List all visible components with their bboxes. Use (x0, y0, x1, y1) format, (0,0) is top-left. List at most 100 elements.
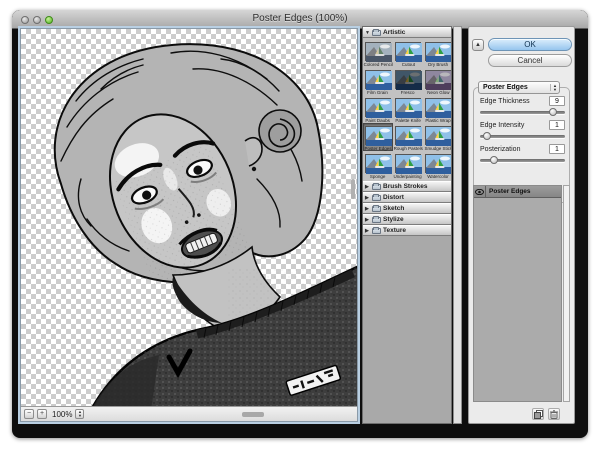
new-effect-layer-button[interactable] (532, 408, 544, 420)
filter-thumbnail-image (365, 42, 392, 62)
filter-thumb-underpainting[interactable]: Underpainting (393, 151, 423, 180)
filter-thumbnail-image (425, 42, 451, 62)
filter-thumbnail-image (395, 154, 422, 174)
filter-gallery-window: Poster Edges (100%) − + 100% ▲ ▼ ▼ Artis… (12, 10, 588, 438)
category-label: Stylize (383, 216, 404, 223)
disclosure-triangle-icon: ▶ (365, 183, 369, 190)
filter-thumbnail-image (425, 98, 451, 118)
effect-layers-list: Poster Edges (473, 185, 562, 402)
filter-thumbnail-image (365, 70, 392, 90)
posterization-slider[interactable] (480, 156, 565, 164)
disclosure-triangle-icon: ▶ (365, 216, 369, 223)
edge-thickness-slider[interactable] (480, 108, 565, 116)
filter-category-distort[interactable]: ▶ Distort (363, 192, 451, 203)
horizontal-scrollbar-thumb[interactable] (242, 411, 265, 417)
ok-button[interactable]: OK (488, 38, 572, 51)
cancel-button[interactable]: Cancel (488, 54, 572, 67)
visibility-eye-icon[interactable] (474, 186, 486, 197)
zoom-stepper[interactable]: ▲ ▼ (75, 409, 85, 419)
zoom-in-button[interactable]: + (37, 409, 47, 419)
filter-category-artistic[interactable]: ▼ Artistic (363, 27, 451, 38)
folder-icon (372, 182, 381, 190)
effect-layer-row[interactable]: Poster Edges (474, 186, 561, 198)
filter-select-value: Poster Edges (483, 84, 528, 91)
filter-thumbnail-label: Poster Edges (364, 146, 392, 152)
filter-thumbnail-label: Watercolor (427, 174, 449, 180)
filter-thumbnail-label: Film Grain (367, 90, 389, 96)
category-label: Sketch (383, 205, 405, 212)
delete-effect-layer-button[interactable] (548, 408, 560, 420)
slider-label: Posterization (480, 145, 521, 153)
filter-thumb-paint-daubs[interactable]: Paint Daubs (363, 95, 393, 124)
filter-category-sketch[interactable]: ▶ Sketch (363, 203, 451, 214)
disclosure-triangle-icon: ▼ (365, 29, 370, 36)
effect-actions (532, 408, 560, 420)
filter-thumb-poster-edges[interactable]: Poster Edges (363, 123, 393, 152)
posterized-portrait (53, 43, 357, 406)
category-label: Texture (383, 227, 406, 234)
filter-thumbnail-image (425, 126, 451, 146)
filter-thumb-plastic-wrap[interactable]: Plastic Wrap (423, 95, 451, 124)
slider-label: Edge Thickness (480, 97, 530, 105)
filter-thumb-dry-brush[interactable]: Dry Brush (423, 39, 451, 68)
filter-thumbnail-label: Cutout (401, 62, 415, 68)
folder-icon (372, 193, 381, 201)
filter-thumbnail-label: Smudge Stick (424, 146, 452, 152)
filter-thumb-sponge[interactable]: Sponge (363, 151, 393, 180)
filter-thumb-colored-pencil[interactable]: Colored Pencil (363, 39, 393, 68)
slider-thumb-icon[interactable] (489, 156, 498, 164)
filter-thumbnail-label: Neon Glow (426, 90, 450, 96)
slider-thumb-icon[interactable] (549, 108, 558, 116)
edge-thickness-value[interactable]: 9 (549, 96, 565, 106)
filter-thumbnail-image (395, 98, 422, 118)
edge-intensity-value[interactable]: 1 (549, 120, 565, 130)
category-label: Artistic (383, 29, 406, 36)
image-preview[interactable] (21, 29, 357, 406)
filter-thumb-film-grain[interactable]: Film Grain (363, 67, 393, 96)
filter-list-panel: ▼ Artistic Colored Pencil Cutout Dry Brush Fi… (362, 26, 452, 424)
slider-posterization: Posterization 1 (480, 144, 565, 164)
slider-edge-thickness: Edge Thickness 9 (480, 96, 565, 116)
filter-thumbnail-label: Rough Pastels (393, 146, 423, 152)
select-stepper-icon: ▲ ▼ (550, 84, 557, 91)
posterization-value[interactable]: 1 (549, 144, 565, 154)
disclosure-triangle-icon: ▶ (365, 205, 369, 212)
filter-panel-scrollbar[interactable] (453, 26, 462, 424)
filter-category-stylize[interactable]: ▶ Stylize (363, 214, 451, 225)
filter-select[interactable]: Poster Edges ▲ ▼ (478, 81, 560, 94)
vertical-scrollbar-thumb[interactable] (351, 179, 355, 199)
effect-list-scrollbar[interactable] (563, 185, 570, 402)
horizontal-scrollbar[interactable] (87, 410, 354, 419)
category-label: Distort (383, 194, 404, 201)
filter-category-brush-strokes[interactable]: ▶ Brush Strokes (363, 181, 451, 192)
filter-thumbnail-image (365, 126, 392, 146)
filter-thumb-neon-glow[interactable]: Neon Glow (423, 67, 451, 96)
settings-panel: ▲ OK Cancel Poster Edges ▲ ▼ Edge Thickne… (468, 26, 575, 424)
filter-thumbnail-image (365, 98, 392, 118)
effect-layer-name: Poster Edges (489, 188, 531, 195)
filter-thumbnail-image (365, 154, 392, 174)
filter-thumb-rough-pastels[interactable]: Rough Pastels (393, 123, 423, 152)
filter-thumb-cutout[interactable]: Cutout (393, 39, 423, 68)
filter-category-texture[interactable]: ▶ Texture (363, 225, 451, 236)
folder-icon (372, 215, 381, 223)
filter-thumb-smudge-stick[interactable]: Smudge Stick (423, 123, 452, 152)
filter-thumb-fresco[interactable]: Fresco (393, 67, 423, 96)
filter-thumbnail-label: Palette Knife (395, 118, 421, 124)
folder-icon (372, 204, 381, 212)
filter-thumb-palette-knife[interactable]: Palette Knife (393, 95, 423, 124)
filter-thumbnail-label: Plastic Wrap (425, 118, 451, 124)
disclosure-triangle-icon: ▶ (365, 194, 369, 201)
filter-thumbnail-image (395, 42, 422, 62)
collapse-thumbnails-button[interactable]: ▲ (472, 39, 484, 51)
edge-intensity-slider[interactable] (480, 132, 565, 140)
slider-thumb-icon[interactable] (482, 132, 491, 140)
preview-panel: − + 100% ▲ ▼ (18, 26, 360, 424)
filter-thumbnail-image (395, 70, 422, 90)
filter-thumbnail-image (395, 126, 422, 146)
filter-thumb-watercolor[interactable]: Watercolor (423, 151, 451, 180)
filter-thumbnail-label: Sponge (370, 174, 386, 180)
filter-thumbnail-label: Underpainting (393, 174, 423, 180)
zoom-out-button[interactable]: − (24, 409, 34, 419)
slider-edge-intensity: Edge Intensity 1 (480, 120, 565, 140)
